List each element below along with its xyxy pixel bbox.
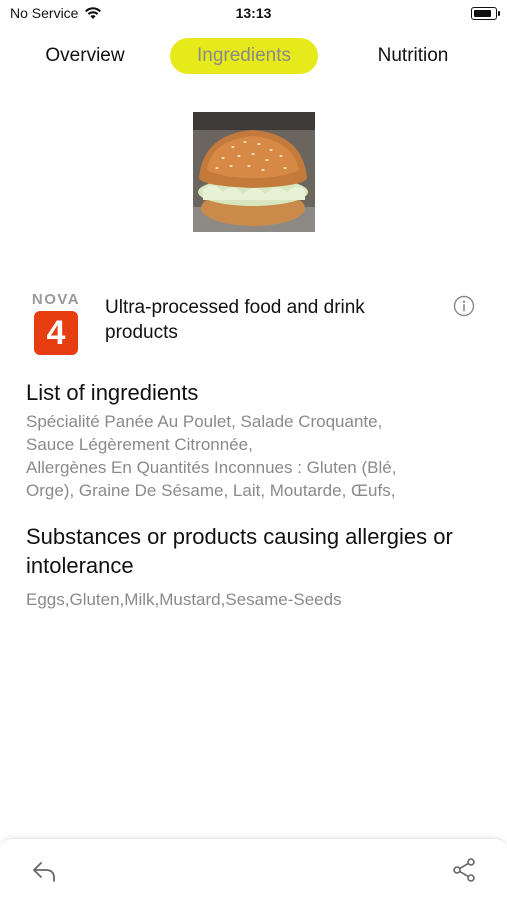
battery-fill	[473, 9, 491, 17]
nova-description: Ultra-processed food and drink products	[105, 297, 365, 343]
share-icon[interactable]	[451, 857, 477, 883]
product-image	[193, 112, 315, 232]
ingredients-list: Spécialité Panée Au Poulet, Salade Croqu…	[26, 410, 466, 502]
nova-badge: 4	[34, 311, 78, 355]
ingredients-line: Allergènes En Quantités Inconnues : Glut…	[26, 458, 397, 477]
bottom-toolbar	[0, 838, 507, 900]
allergens-list: Eggs,Gluten,Milk,Mustard,Sesame-Seeds	[26, 590, 342, 609]
allergens-title: Substances or products causing allergies…	[26, 524, 453, 578]
tab-bar: Overview Ingredients Nutrition	[0, 38, 507, 74]
tab-ingredients[interactable]: Ingredients	[170, 38, 318, 74]
battery-icon	[471, 7, 500, 20]
tab-overview[interactable]: Overview	[20, 38, 150, 74]
burger-photo	[193, 112, 315, 232]
back-arrow-icon[interactable]	[30, 857, 58, 885]
ingredients-line: Spécialité Panée Au Poulet, Salade Croqu…	[26, 412, 383, 431]
status-bar: No Service 13:13	[0, 0, 507, 28]
info-icon[interactable]	[453, 295, 475, 317]
ingredients-line: Sauce Légèrement Citronnée,	[26, 435, 253, 454]
nova-group[interactable]: NOVA 4	[31, 291, 81, 355]
status-time: 13:13	[235, 5, 272, 21]
ingredients-title: List of ingredients	[26, 380, 199, 405]
ingredients-line: Orge), Graine De Sésame, Lait, Moutarde,…	[26, 481, 396, 500]
tab-nutrition[interactable]: Nutrition	[348, 38, 478, 74]
nova-label: NOVA	[31, 291, 81, 308]
nova-group-number: 4	[46, 314, 66, 352]
